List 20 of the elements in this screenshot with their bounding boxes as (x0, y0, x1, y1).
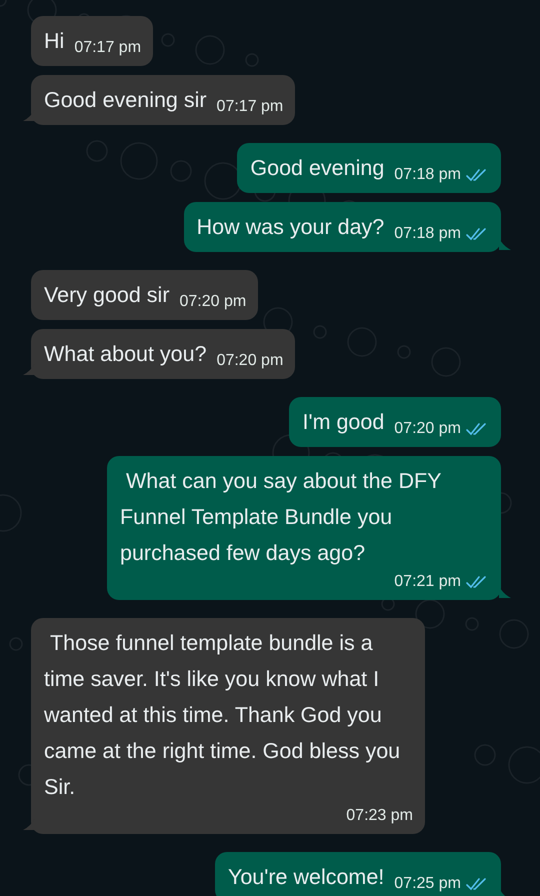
message-time: 07:20 pm (216, 351, 284, 371)
message-time: 07:23 pm (346, 806, 413, 826)
message-text: You're welcome! (228, 864, 384, 891)
message-text: Hi (44, 28, 64, 55)
message-text: Those funnel template bundle is a time saver. It's like you know what I wanted at this time. Thank God you came at the right time. God bless you Sir. (44, 630, 402, 801)
message-time: 07:18 pm (394, 224, 461, 244)
message-text: How was your day? (196, 214, 384, 241)
message-time: 07:21 pm (394, 572, 461, 592)
message-text: I'm good (302, 409, 384, 436)
message-time: 07:20 pm (179, 292, 246, 312)
message-time: 07:18 pm (394, 165, 461, 185)
message-text: What about you? (44, 341, 207, 368)
message-time: 07:25 pm (394, 874, 461, 894)
message-time: 07:17 pm (74, 38, 142, 58)
message-time: 07:17 pm (216, 97, 284, 117)
message-text: Good evening (250, 155, 384, 182)
message-time: 07:20 pm (394, 419, 461, 439)
message-text: What can you say about the DFY Funnel Template Bundle you purchased few days ago? (120, 468, 442, 567)
message-text: Very good sir (44, 282, 170, 309)
message-text: Good evening sir (44, 87, 207, 114)
